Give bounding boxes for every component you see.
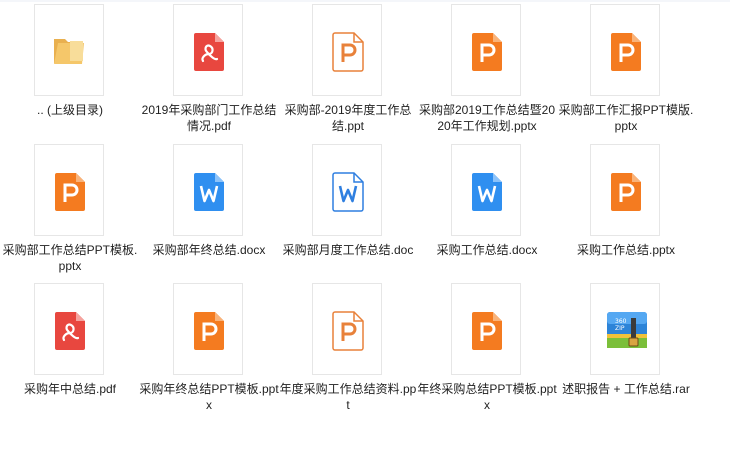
file-thumbnail[interactable]: [173, 283, 243, 375]
file-thumbnail[interactable]: [34, 144, 104, 236]
window-top-strip: [0, 0, 730, 2]
svg-text:ZIP: ZIP: [615, 325, 625, 332]
file-name-label: 2019年采购部门工作总结情况.pdf: [141, 103, 277, 133]
file-thumbnail[interactable]: [312, 283, 382, 375]
file-name-label: 采购年终总结PPT模板.pptx: [139, 382, 279, 412]
file-item[interactable]: 2019年采购部门工作总结情况.pdf: [139, 4, 279, 140]
file-thumbnail[interactable]: [590, 4, 660, 96]
file-item[interactable]: 采购部月度工作总结.doc: [278, 144, 418, 280]
ppt-icon: [332, 32, 364, 72]
file-item[interactable]: 采购部工作汇报PPT模版.pptx: [556, 4, 696, 140]
ppt-icon: [332, 311, 364, 351]
pptx-icon: [193, 311, 225, 351]
file-name-label: 采购部工作汇报PPT模版.pptx: [558, 103, 694, 133]
file-item[interactable]: 采购部工作总结PPT模板.pptx: [0, 144, 140, 280]
file-name-label: 采购部工作总结PPT模板.pptx: [2, 243, 138, 273]
docx-icon: [193, 172, 225, 212]
file-item[interactable]: 采购部-2019年度工作总结.ppt: [278, 4, 418, 140]
file-name-label: 采购部2019工作总结暨2020年工作规划.pptx: [418, 103, 556, 133]
file-item[interactable]: 年终采购总结PPT模板.pptx: [417, 283, 557, 419]
pdf-icon: [54, 311, 86, 351]
folder-icon: [52, 33, 88, 69]
docx-icon: [471, 172, 503, 212]
file-name-label: 采购年中总结.pdf: [23, 382, 117, 396]
file-thumbnail[interactable]: [451, 144, 521, 236]
svg-text:360: 360: [615, 318, 627, 325]
file-thumbnail[interactable]: [34, 283, 104, 375]
file-thumbnail[interactable]: [312, 4, 382, 96]
file-name-label: 采购工作总结.pptx: [576, 243, 676, 257]
file-item[interactable]: 采购年中总结.pdf: [0, 283, 140, 419]
rar-icon: 360 ZIP: [605, 308, 649, 352]
file-item[interactable]: .. (上级目录): [0, 4, 140, 140]
pptx-icon: [471, 32, 503, 72]
file-thumbnail[interactable]: [590, 144, 660, 236]
file-name-label: 述职报告 + 工作总结.rar: [562, 382, 690, 396]
file-thumbnail[interactable]: [34, 4, 104, 96]
pptx-icon: [54, 172, 86, 212]
doc-icon: [332, 172, 364, 212]
pdf-icon: [193, 32, 225, 72]
file-item[interactable]: 采购部2019工作总结暨2020年工作规划.pptx: [417, 4, 557, 140]
file-thumbnail[interactable]: [173, 4, 243, 96]
file-grid: .. (上级目录) 2019年采购部门工作总结情况.pdf 采购部-2019年度…: [0, 4, 730, 456]
file-name-label: .. (上级目录): [37, 103, 103, 117]
pptx-icon: [610, 172, 642, 212]
file-item[interactable]: 年度采购工作总结资料.ppt: [278, 283, 418, 419]
file-name-label: 年终采购总结PPT模板.pptx: [417, 382, 557, 412]
file-name-label: 采购工作总结.docx: [436, 243, 538, 257]
file-name-label: 年度采购工作总结资料.ppt: [279, 382, 417, 412]
file-thumbnail[interactable]: [173, 144, 243, 236]
file-item[interactable]: 采购部年终总结.docx: [139, 144, 279, 280]
file-thumbnail[interactable]: [451, 4, 521, 96]
file-name-label: 采购部月度工作总结.doc: [282, 243, 414, 257]
file-item[interactable]: 采购工作总结.docx: [417, 144, 557, 280]
file-name-label: 采购部-2019年度工作总结.ppt: [284, 103, 412, 133]
file-thumbnail[interactable]: 360 ZIP: [590, 283, 660, 375]
pptx-icon: [610, 32, 642, 72]
file-item[interactable]: 360 ZIP 述职报告 + 工作总结.rar: [556, 283, 696, 419]
file-item[interactable]: 采购年终总结PPT模板.pptx: [139, 283, 279, 419]
pptx-icon: [471, 311, 503, 351]
file-item[interactable]: 采购工作总结.pptx: [556, 144, 696, 280]
file-name-label: 采购部年终总结.docx: [152, 243, 266, 257]
file-thumbnail[interactable]: [312, 144, 382, 236]
file-thumbnail[interactable]: [451, 283, 521, 375]
